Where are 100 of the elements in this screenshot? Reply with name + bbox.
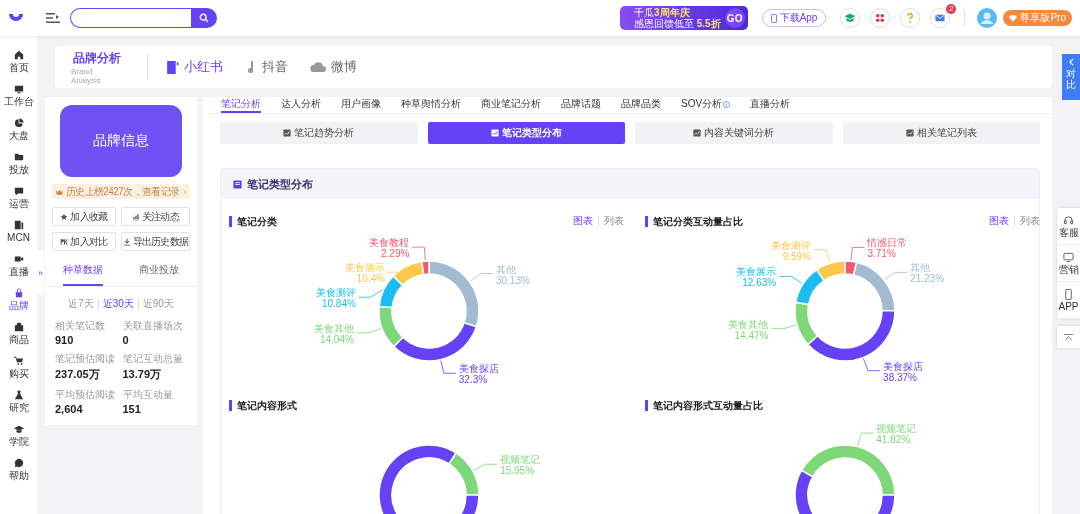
analysis-tab[interactable]: 用户画像 bbox=[341, 97, 381, 113]
analysis-tab[interactable]: 品牌话题 bbox=[561, 97, 601, 113]
tool-button[interactable]: APP bbox=[1057, 282, 1080, 319]
percentage-label: 10.4% bbox=[356, 273, 385, 285]
sidebar-item[interactable]: 运营 bbox=[0, 180, 37, 214]
compare-tab[interactable]: 对比 bbox=[1062, 54, 1080, 100]
history-text: 历史上榜2427次，查看记录 bbox=[65, 184, 180, 199]
platform-tab[interactable]: 抖音 bbox=[245, 58, 288, 76]
leader-line bbox=[358, 289, 384, 298]
back-to-top-button[interactable] bbox=[1057, 326, 1080, 348]
brand-logo: 品牌信息 bbox=[60, 105, 182, 177]
action-button[interactable]: 导出历史数据 bbox=[120, 232, 190, 251]
chart-title: 笔记内容形式互动量占比 bbox=[645, 399, 763, 411]
analysis-tab[interactable]: 笔记分析 bbox=[221, 97, 261, 113]
grid-icon[interactable] bbox=[870, 8, 891, 28]
sidebar-item[interactable]: 投放 bbox=[0, 146, 37, 180]
analysis-tab[interactable]: 达人分析 bbox=[281, 97, 321, 113]
view-toggle[interactable]: 图表 bbox=[984, 216, 1014, 226]
chart-title: 笔记分类互动量占比 bbox=[645, 215, 743, 227]
sidebar-item[interactable]: 直播 bbox=[0, 248, 37, 282]
go-button[interactable]: GO bbox=[724, 8, 745, 28]
promo-banner[interactable]: 千瓜3周年庆 感恩回馈低至 5.5折 GO bbox=[619, 6, 748, 30]
slice-label: 美食测评 bbox=[771, 239, 811, 251]
percentage-label: 9.59% bbox=[782, 250, 811, 262]
mail-icon[interactable] bbox=[930, 8, 951, 28]
subtab-button[interactable]: 笔记趋势分析 bbox=[220, 122, 418, 144]
expand-handle[interactable]: » bbox=[37, 251, 44, 295]
sidebar-item[interactable]: 大盘 bbox=[0, 112, 37, 146]
menu-icon[interactable] bbox=[46, 12, 60, 24]
sidebar-item[interactable]: 研究 bbox=[0, 384, 37, 418]
view-toggle[interactable]: 列表 bbox=[598, 216, 629, 226]
slice-label: 情感日常 bbox=[867, 237, 908, 249]
subtab-button[interactable]: 笔记类型分布 bbox=[427, 122, 625, 144]
speech-bubble-icon bbox=[13, 457, 24, 468]
leader-line bbox=[771, 324, 797, 330]
data-tab[interactable]: 种草数据 bbox=[63, 257, 103, 286]
search-input[interactable] bbox=[70, 8, 191, 28]
sidebar-item[interactable]: 工作台 bbox=[0, 78, 37, 112]
slice-label: 美食教程 bbox=[369, 237, 410, 249]
leader-line bbox=[440, 360, 457, 374]
bar-chart-icon bbox=[132, 212, 140, 221]
book-icon bbox=[166, 59, 179, 75]
sidebar-item[interactable]: 学院 bbox=[0, 418, 37, 452]
analysis-tab[interactable]: 商业笔记分析 bbox=[481, 97, 541, 113]
slice-label: 美食展示 bbox=[736, 266, 777, 278]
platform-tab[interactable]: 小红书 bbox=[166, 58, 223, 76]
subtab-button[interactable]: 内容关键词分析 bbox=[635, 122, 833, 144]
stat-label: 平均预估阅读 bbox=[55, 388, 116, 402]
platform-tab[interactable]: 微博 bbox=[310, 58, 357, 76]
stat-label: 相关笔记数 bbox=[55, 319, 106, 333]
sidebar-item[interactable]: 首页 bbox=[0, 44, 37, 78]
subtab-button[interactable]: 相关笔记列表 bbox=[842, 122, 1040, 144]
tool-button[interactable]: 客服 bbox=[1057, 208, 1080, 245]
slice-label: 其他 bbox=[910, 262, 931, 274]
percentage-label: 38.37% bbox=[883, 371, 917, 383]
download-icon bbox=[122, 237, 131, 246]
percentage-label: 2.29% bbox=[381, 248, 410, 260]
data-tab[interactable]: 商业投放 bbox=[139, 257, 179, 286]
sidebar-item[interactable]: 商品 bbox=[0, 316, 37, 350]
stat-value: 151 bbox=[122, 403, 142, 415]
search-button[interactable] bbox=[191, 8, 217, 28]
shop-icon bbox=[13, 321, 24, 332]
slice-label: 美食其他 bbox=[313, 322, 354, 334]
page-title: 品牌分析 bbox=[73, 49, 121, 67]
tool-button[interactable]: 营销 bbox=[1057, 245, 1080, 282]
view-toggle[interactable]: 图表 bbox=[568, 216, 598, 226]
arrow-to-top-icon bbox=[1064, 333, 1073, 341]
analysis-tab[interactable]: 品牌品类 bbox=[621, 97, 661, 113]
sidebar-item[interactable]: 品牌 bbox=[0, 282, 37, 316]
analysis-tab[interactable]: 直播分析 bbox=[750, 97, 791, 113]
view-toggle[interactable]: 列表 bbox=[1014, 216, 1045, 226]
leader-line bbox=[863, 358, 881, 372]
sidebar-item[interactable]: MCN bbox=[0, 214, 37, 248]
period-option[interactable]: 近30天 bbox=[97, 299, 138, 309]
sidebar-item[interactable]: 购买 bbox=[0, 350, 37, 384]
chart-icon bbox=[283, 129, 292, 137]
action-button[interactable]: 加入收藏 bbox=[52, 207, 116, 226]
avatar-icon[interactable] bbox=[977, 8, 998, 28]
percentage-label: 14.47% bbox=[734, 329, 769, 341]
leader-line bbox=[778, 276, 803, 284]
home-icon bbox=[13, 49, 24, 60]
stat-value: 13.79万 bbox=[122, 367, 163, 382]
sidebar-item[interactable]: 帮助 bbox=[0, 452, 37, 486]
download-app-button[interactable]: 下载App bbox=[761, 9, 827, 27]
analysis-tab[interactable]: 种草舆情分析 bbox=[401, 97, 461, 113]
chevron-left-icon bbox=[1068, 58, 1074, 66]
slice-label: 视频笔记 bbox=[500, 454, 541, 466]
stat-label: 平均互动量 bbox=[122, 388, 174, 402]
promo-title: 千瓜3周年庆 bbox=[633, 7, 691, 18]
graduation-cap-icon[interactable] bbox=[840, 8, 861, 28]
slice-label: 美食测评 bbox=[315, 287, 356, 299]
action-button[interactable]: 加入对比 bbox=[52, 232, 116, 251]
stat-label: 笔记预估阅读 bbox=[55, 352, 116, 366]
promo-subtitle: 感恩回馈低至 5.5折 bbox=[633, 18, 721, 29]
graduation-cap-icon bbox=[13, 423, 24, 434]
action-button[interactable]: 关注动态 bbox=[120, 207, 190, 226]
stat-value: 237.05万 bbox=[55, 367, 101, 382]
analysis-tab[interactable]: SOV分析 bbox=[681, 97, 731, 113]
bag-icon bbox=[13, 287, 24, 298]
folder-icon bbox=[13, 151, 24, 162]
